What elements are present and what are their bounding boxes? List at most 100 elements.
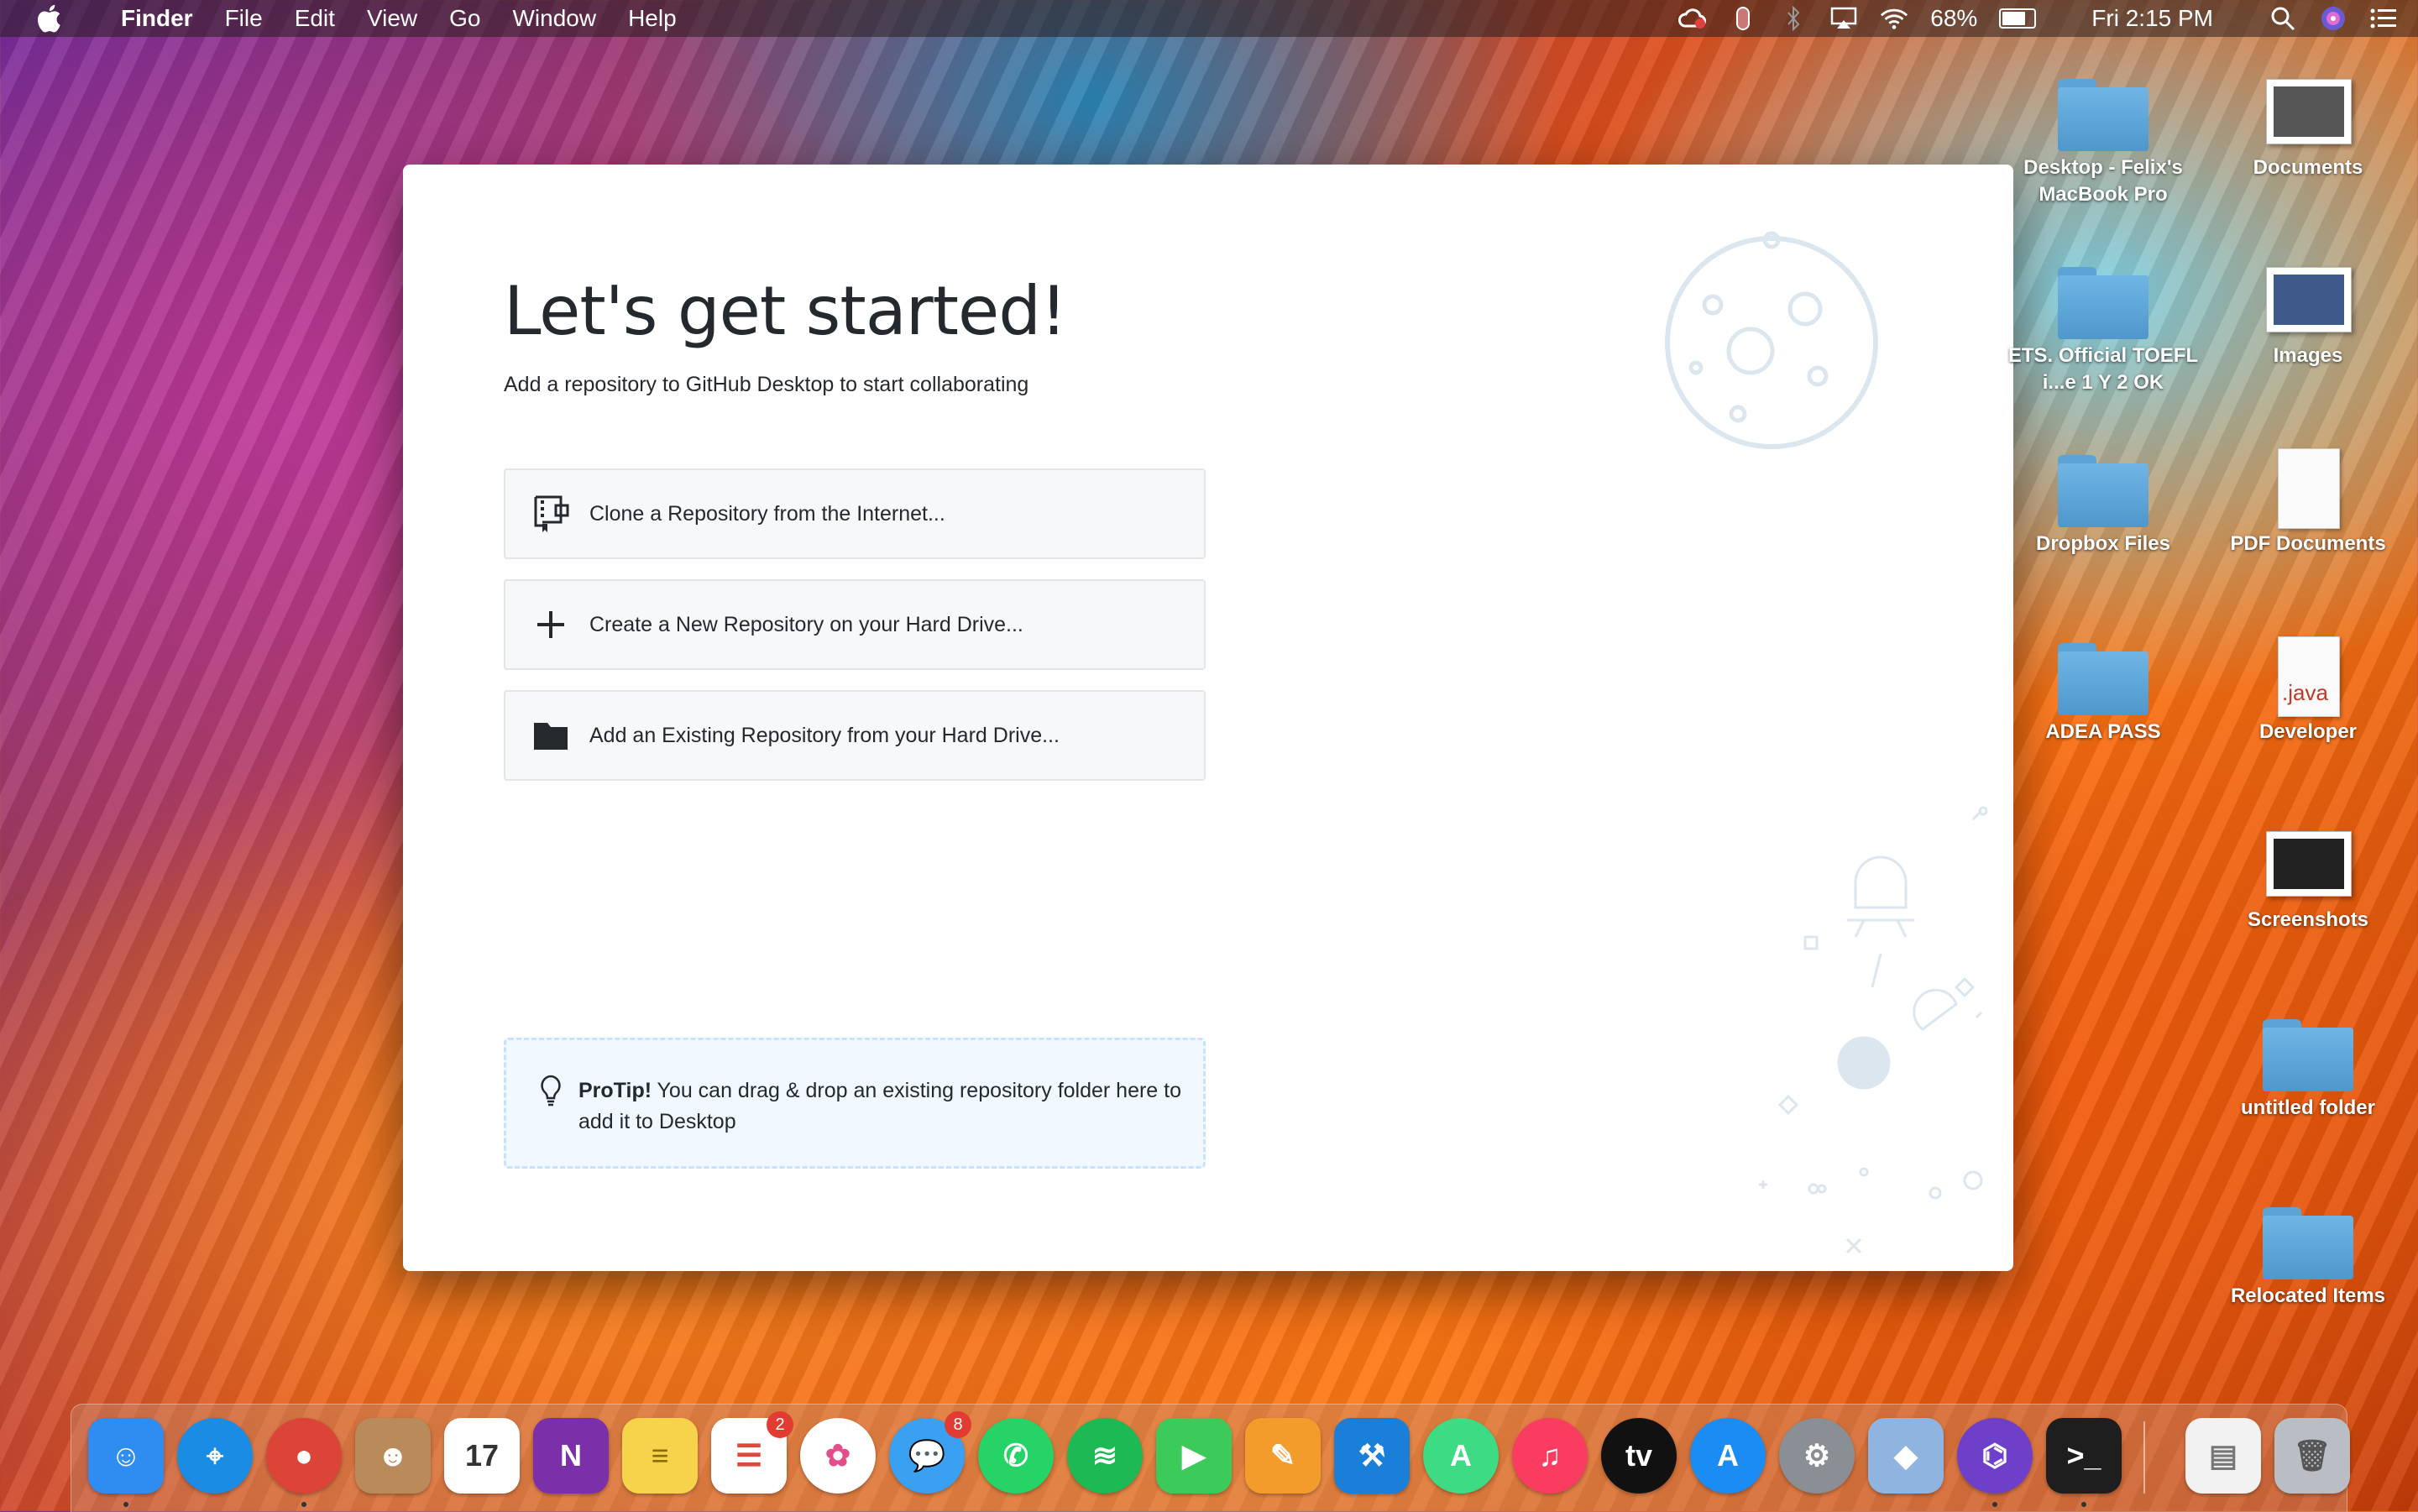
clone-repository-button[interactable]: Clone a Repository from the Internet... [504, 468, 1206, 559]
virtualbox-icon[interactable]: ◆ [1868, 1418, 1944, 1494]
desktop-icon-untitled-folder[interactable]: untitled folder [2211, 1007, 2405, 1122]
menu-go[interactable]: Go [449, 5, 480, 32]
folder-icon [2053, 631, 2154, 719]
battery-icon[interactable] [1999, 8, 2037, 29]
menu-bar: Finder File Edit View Go Window Help 68%… [0, 0, 2418, 37]
xcode-icon[interactable]: ⚒ [1334, 1418, 1410, 1494]
reminders-icon[interactable]: ☰ 2 [711, 1411, 793, 1494]
dock-app-glyph: ▤ [2208, 1438, 2237, 1473]
protip-message: You can drag & drop an existing reposito… [578, 1079, 1182, 1133]
bluetooth-icon[interactable] [1779, 6, 1808, 31]
wifi-icon[interactable] [1880, 6, 1908, 31]
clone-repo-icon [531, 494, 571, 534]
folder-alias-icon [2258, 1195, 2358, 1283]
desktop-icon-toefl[interactable]: ETS. Official TOEFL i...e 1 Y 2 OK [2007, 255, 2200, 396]
android-studio-icon[interactable]: A [1423, 1418, 1499, 1494]
mouse-icon[interactable] [1729, 6, 1757, 31]
dock-app-glyph: ≡ [651, 1438, 669, 1473]
java-file-text: .java [2282, 680, 2328, 705]
dock-app-glyph: ◆ [1894, 1438, 1918, 1473]
dock-app-glyph: ● [295, 1438, 313, 1473]
trash-icon[interactable]: 🗑 [2274, 1418, 2350, 1494]
protip-text: ProTip! You can drag & drop an existing … [578, 1075, 1183, 1138]
desktop-icon-relocated-items[interactable]: Relocated Items [2211, 1195, 2405, 1310]
desktop-icon-label: Relocated Items [2230, 1284, 2386, 1307]
protip-label: ProTip! [578, 1079, 652, 1102]
dock-app-glyph: ☰ [735, 1438, 763, 1473]
dock-app-glyph: ✿ [824, 1438, 851, 1473]
desktop-icon-dropbox-files[interactable]: Dropbox Files [2007, 443, 2200, 557]
menu-view[interactable]: View [367, 5, 417, 32]
contacts-icon[interactable]: ☻ [355, 1418, 431, 1494]
desktop-icon-label: Documents [2253, 156, 2363, 179]
safari-icon[interactable]: ⌖ [177, 1418, 253, 1494]
desktop-icon-pdf-documents[interactable]: PDF Documents [2211, 443, 2405, 557]
menu-file[interactable]: File [225, 5, 263, 32]
add-existing-repository-label: Add an Existing Repository from your Har… [589, 723, 1060, 747]
dock-app-glyph: ✎ [1269, 1438, 1296, 1473]
desktop-icon-images[interactable]: Images [2211, 255, 2405, 369]
menu-help[interactable]: Help [628, 5, 677, 32]
notification-center-icon[interactable] [2369, 6, 2398, 31]
app-store-icon[interactable]: A [1690, 1418, 1766, 1494]
document-stack-icon [2258, 67, 2358, 154]
onenote-icon[interactable]: N [533, 1418, 609, 1494]
menu-app-name[interactable]: Finder [121, 5, 193, 32]
spotlight-search-icon[interactable] [2269, 6, 2297, 31]
folder-icon [531, 715, 571, 756]
menu-clock[interactable]: Fri 2:15 PM [2091, 5, 2213, 32]
dock-app-glyph: ⌖ [206, 1437, 224, 1473]
desktop-icon-label: ETS. Official TOEFL i...e 1 Y 2 OK [2007, 344, 2199, 394]
running-indicator [2081, 1502, 2086, 1507]
chrome-icon[interactable]: ● [266, 1418, 342, 1507]
spotify-icon[interactable]: ≋ [1067, 1418, 1143, 1494]
system-preferences-icon[interactable]: ⚙ [1779, 1418, 1855, 1494]
clone-repository-label: Clone a Repository from the Internet... [589, 501, 945, 526]
menu-edit[interactable]: Edit [295, 5, 335, 32]
welcome-subtitle: Add a repository to GitHub Desktop to st… [504, 373, 1029, 396]
folder-icon [2258, 1007, 2358, 1095]
desktop-icon-felix-macbook[interactable]: Desktop - Felix's MacBook Pro [2007, 67, 2200, 208]
github-desktop-icon[interactable]: ⌬ [1957, 1418, 2033, 1507]
dock-separator [2143, 1421, 2145, 1494]
protip-drop-zone[interactable]: ProTip! You can drag & drop an existing … [504, 1038, 1206, 1169]
desktop-icon-documents[interactable]: Documents [2211, 67, 2405, 181]
whatsapp-icon[interactable]: ✆ [978, 1418, 1054, 1494]
add-existing-repository-button[interactable]: Add an Existing Repository from your Har… [504, 690, 1206, 781]
siri-icon[interactable] [2319, 6, 2347, 31]
dock-app-glyph: ≋ [1091, 1438, 1118, 1473]
screenshot-stack-icon [2258, 819, 2358, 907]
pages-icon[interactable]: ✎ [1245, 1418, 1321, 1494]
facetime-icon[interactable]: ▶ [1156, 1418, 1232, 1494]
desktop-icon-developer[interactable]: .java Developer [2211, 631, 2405, 746]
desktop-icon-adea-pass[interactable]: ADEA PASS [2007, 631, 2200, 746]
notes-icon[interactable]: ≡ [622, 1418, 698, 1494]
finder-icon[interactable]: ☺ [88, 1418, 164, 1507]
desktop-icon-label: PDF Documents [2230, 532, 2386, 555]
apple-tv-icon[interactable]: tv [1601, 1418, 1677, 1494]
dock-app-glyph: ☺ [110, 1438, 142, 1473]
notification-badge: 8 [945, 1411, 971, 1438]
create-repository-button[interactable]: Create a New Repository on your Hard Dri… [504, 579, 1206, 670]
folder-icon [2053, 443, 2154, 531]
pdf-stack-icon [2258, 443, 2358, 531]
desktop-icon-label: Desktop - Felix's MacBook Pro [2023, 156, 2183, 206]
dock-app-glyph: 17 [464, 1438, 500, 1473]
dock-app-glyph: A [1717, 1438, 1739, 1473]
airplay-icon[interactable] [1829, 6, 1858, 31]
calendar-icon[interactable]: 17 [444, 1418, 520, 1494]
menu-window[interactable]: Window [512, 5, 596, 32]
dock-app-glyph: ⌬ [1981, 1438, 2008, 1473]
terminal-icon[interactable]: >_ [2046, 1418, 2122, 1507]
desktop-icon-label: untitled folder [2241, 1096, 2375, 1119]
desktop-icon-screenshots[interactable]: Screenshots [2211, 819, 2405, 934]
messages-icon[interactable]: 💬 8 [889, 1411, 971, 1494]
music-icon[interactable]: ♫ [1512, 1418, 1588, 1494]
creative-cloud-icon[interactable] [1678, 6, 1707, 31]
battery-percent[interactable]: 68% [1930, 5, 1977, 32]
photos-icon[interactable]: ✿ [800, 1418, 876, 1494]
apple-menu-icon[interactable] [34, 3, 64, 34]
plus-icon [531, 604, 571, 645]
dock-app-glyph: >_ [2066, 1438, 2101, 1473]
pdf-document-icon[interactable]: ▤ [2185, 1418, 2261, 1494]
